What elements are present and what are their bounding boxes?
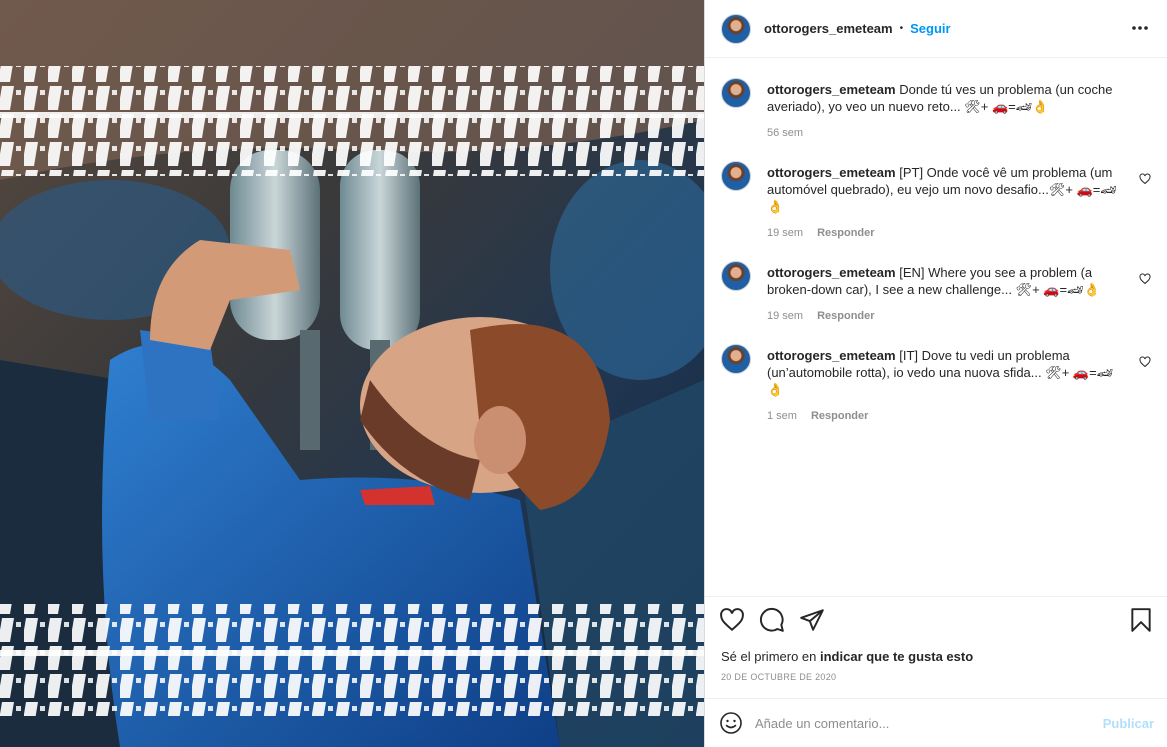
follow-button[interactable]: Seguir (910, 21, 950, 36)
comment-bubble-icon[interactable] (759, 607, 785, 633)
comment-meta: 56 sem (767, 127, 803, 139)
author-avatar[interactable] (721, 13, 751, 44)
comment-item: ottorogers_emeteam [EN] Where you see a … (721, 261, 1151, 331)
comment-meta: 19 sem Responder (767, 310, 875, 322)
comment-avatar[interactable] (721, 261, 751, 291)
comment-username[interactable]: ottorogers_emeteam (767, 348, 896, 363)
post-side-panel: ottorogers_emeteam • Seguir ottorogers_e… (704, 0, 1167, 747)
comment-username[interactable]: ottorogers_emeteam (767, 265, 896, 280)
post-photo[interactable] (0, 0, 704, 747)
likes-summary: Sé el primero en indicar que te gusta es… (721, 649, 973, 664)
comment-item: ottorogers_emeteam [IT] Dove tu vedi un … (721, 344, 1151, 424)
publish-button[interactable]: Publicar (1103, 716, 1154, 731)
comment-item: ottorogers_emeteam [PT] Onde você vê um … (721, 161, 1151, 241)
likes-prefix: Sé el primero en (721, 649, 820, 664)
comment-input[interactable] (755, 715, 1103, 731)
heart-icon[interactable] (1139, 173, 1151, 185)
reply-button[interactable]: Responder (817, 310, 874, 322)
action-bar (719, 607, 825, 635)
comment-avatar[interactable] (721, 161, 751, 191)
comment-time[interactable]: 19 sem (767, 310, 803, 322)
comment-time[interactable]: 1 sem (767, 410, 797, 422)
smiley-icon[interactable] (719, 711, 743, 735)
comment-meta: 19 sem Responder (767, 227, 875, 239)
comment-avatar[interactable] (721, 344, 751, 374)
post-actions: Sé el primero en indicar que te gusta es… (705, 596, 1167, 698)
caption-comment: ottorogers_emeteam Donde tú ves un probl… (721, 78, 1151, 148)
add-comment-bar: Publicar (705, 698, 1167, 747)
comments-list[interactable]: ottorogers_emeteam Donde tú ves un probl… (705, 58, 1167, 596)
mechanic-under-car-image (0, 0, 704, 747)
comment-username[interactable]: ottorogers_emeteam (767, 82, 896, 97)
reply-button[interactable]: Responder (811, 410, 868, 422)
bookmark-icon[interactable] (1128, 607, 1154, 633)
heart-icon[interactable] (1139, 273, 1151, 285)
author-username[interactable]: ottorogers_emeteam (764, 21, 893, 36)
comment-text-block: ottorogers_emeteam [PT] Onde você vê um … (767, 164, 1121, 215)
comment-meta: 1 sem Responder (767, 410, 868, 422)
comment-time[interactable]: 19 sem (767, 227, 803, 239)
like-this-link[interactable]: indicar que te gusta esto (820, 649, 973, 664)
comment-text-block: ottorogers_emeteam [IT] Dove tu vedi un … (767, 347, 1121, 398)
comment-username[interactable]: ottorogers_emeteam (767, 165, 896, 180)
more-dots-icon[interactable] (1130, 18, 1150, 38)
comment-avatar[interactable] (721, 78, 751, 108)
instagram-post: ottorogers_emeteam • Seguir ottorogers_e… (0, 0, 1167, 747)
post-header: ottorogers_emeteam • Seguir (705, 0, 1167, 58)
paper-plane-icon[interactable] (799, 607, 825, 633)
heart-icon[interactable] (719, 607, 745, 633)
heart-icon[interactable] (1139, 356, 1151, 368)
header-separator: • (899, 23, 904, 34)
post-date[interactable]: 20 DE OCTUBRE DE 2020 (721, 672, 836, 682)
reply-button[interactable]: Responder (817, 227, 874, 239)
comment-text-block: ottorogers_emeteam [EN] Where you see a … (767, 264, 1121, 298)
comment-time[interactable]: 56 sem (767, 127, 803, 139)
comment-text-block: ottorogers_emeteam Donde tú ves un probl… (767, 81, 1121, 115)
